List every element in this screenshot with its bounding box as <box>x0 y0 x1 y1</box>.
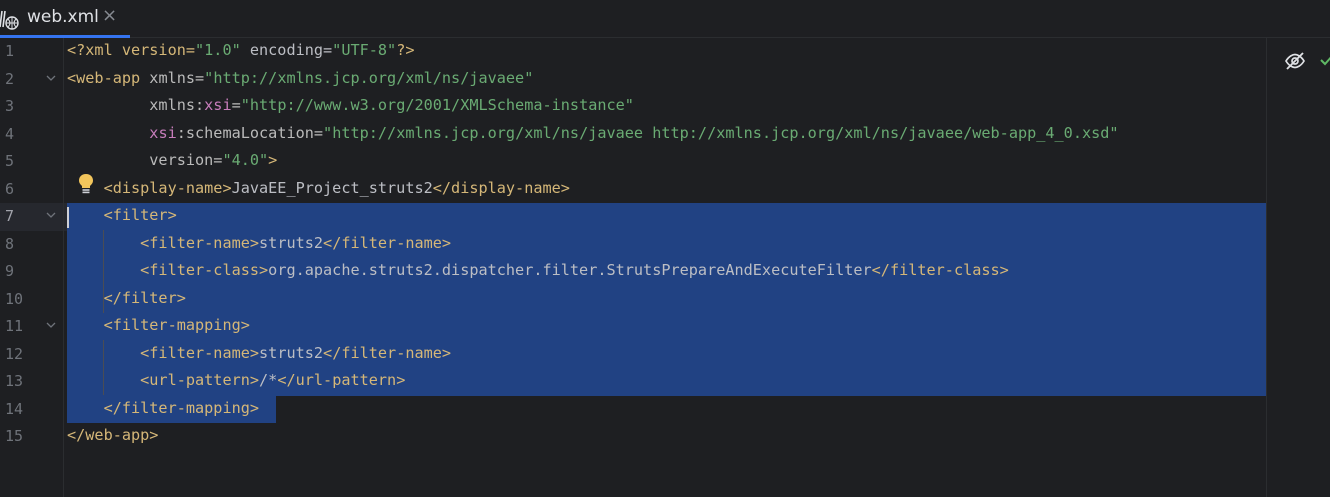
checkmark-icon[interactable] <box>1320 52 1330 68</box>
eye-crossed-icon[interactable] <box>1284 51 1306 71</box>
code-line: </web-app> <box>67 426 159 444</box>
code-line: xmlns:xsi="http://www.w3.org/2001/XMLSch… <box>67 96 634 114</box>
tab-label: web.xml <box>27 7 99 27</box>
code-editor[interactable]: 1 2 3 4 5 6 7 8 9 10 11 12 13 14 15 <?xm… <box>0 38 1330 497</box>
tab-web-xml[interactable]: web.xml × <box>0 0 130 38</box>
tab-close-icon[interactable]: × <box>102 5 117 26</box>
code-line: <url-pattern>/*</url-pattern> <box>67 371 406 389</box>
code-line: <web-app xmlns="http://xmlns.jcp.org/xml… <box>67 68 534 87</box>
code-line: <?xml version="1.0" encoding="UTF-8"?> <box>67 41 415 59</box>
code-line: <filter-class>org.apache.struts2.dispatc… <box>67 261 1009 279</box>
code-line: <filter-name>struts2</filter-name> <box>67 343 452 362</box>
code-line: <filter> <box>67 206 177 224</box>
code-line: xsi:schemaLocation="http://xmlns.jcp.org… <box>149 123 1119 142</box>
code-line: <display-name>JavaEE_Project_struts2</di… <box>67 178 570 197</box>
code-line: <filter-name>struts2</filter-name> <box>67 233 452 252</box>
code-line: </filter-mapping> <box>67 398 260 417</box>
code-line: version="4.0"> <box>67 151 278 169</box>
xml-file-icon <box>0 10 19 30</box>
editor-tab-bar: web.xml × <box>0 0 1330 38</box>
code-line: </filter> <box>67 288 186 307</box>
code-line: <filter-mapping> <box>67 316 250 334</box>
